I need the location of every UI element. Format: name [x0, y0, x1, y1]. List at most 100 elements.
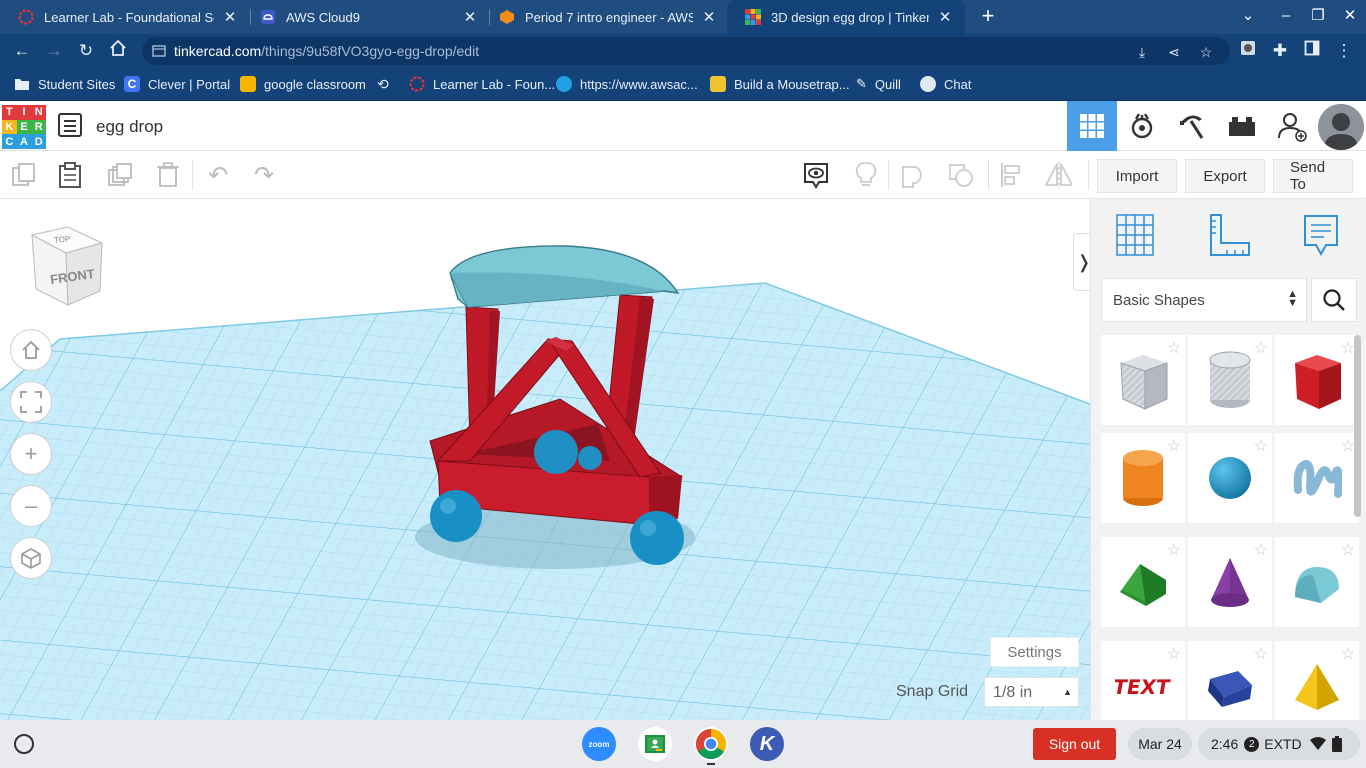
close-tab-icon[interactable]: ✕ [701, 8, 717, 26]
fit-view-button[interactable] [10, 381, 52, 423]
shape-box-hole[interactable]: ☆ [1101, 335, 1185, 425]
wheel-front-left[interactable] [430, 490, 482, 542]
install-icon[interactable]: ⤓ [1132, 42, 1152, 62]
shape-library-select[interactable]: Basic Shapes ▲ ▼ [1101, 278, 1307, 322]
tinkercad-logo[interactable]: T I N K E R C A D [2, 105, 46, 149]
shape-cylinder-hole[interactable]: ☆ [1188, 335, 1272, 425]
user-avatar[interactable] [1318, 104, 1364, 150]
close-window-icon[interactable]: ✕ [1340, 6, 1360, 26]
favorite-star-icon[interactable]: ☆ [1341, 540, 1355, 560]
bookmark-clever[interactable]: C Clever | Portal [124, 76, 230, 92]
google-classroom-app[interactable] [638, 727, 672, 761]
launcher-button[interactable] [14, 734, 34, 754]
shape-sphere[interactable]: ☆ [1188, 433, 1272, 523]
group-button[interactable] [900, 161, 928, 189]
home-icon[interactable] [106, 39, 130, 63]
close-tab-icon[interactable]: ✕ [937, 8, 953, 26]
side-panel-icon[interactable] [1300, 39, 1324, 63]
bookmark-awsacademy[interactable]: https://www.awsac... [556, 76, 698, 92]
ungroup-button[interactable] [948, 161, 976, 189]
restore-icon[interactable]: ❐ [1308, 6, 1328, 26]
notes-toggle-button[interactable] [802, 161, 830, 189]
bookmark-history[interactable]: ⟲ [377, 76, 389, 93]
shape-search-button[interactable] [1311, 278, 1357, 322]
copy-button[interactable] [10, 161, 38, 189]
panel-scrollbar[interactable] [1354, 335, 1361, 517]
favorite-star-icon[interactable]: ☆ [1167, 540, 1181, 560]
browser-tab-cloud9[interactable]: AWS Cloud9 ✕ [242, 0, 490, 34]
share-icon[interactable]: ⋖ [1164, 42, 1184, 62]
favorite-star-icon[interactable]: ☆ [1167, 338, 1181, 358]
invite-user-button[interactable] [1267, 101, 1317, 151]
snap-grid-select[interactable]: 1/8 in ▲ [984, 677, 1079, 707]
new-tab-button[interactable]: + [976, 4, 1000, 28]
paste-button[interactable] [56, 161, 84, 189]
workplane-canvas[interactable]: TOP FRONT + – Settings Snap Grid 1/8 in ▲ [0, 199, 1090, 720]
shape-cone[interactable]: ☆ [1188, 537, 1272, 627]
close-tab-icon[interactable]: ✕ [222, 8, 238, 26]
browser-tab-learner-lab[interactable]: Learner Lab - Foundational Servi ✕ [0, 0, 250, 34]
favorite-star-icon[interactable]: ☆ [1254, 436, 1268, 456]
export-button[interactable]: Export [1185, 159, 1265, 193]
bookmark-learner-lab[interactable]: Learner Lab - Foun... [409, 76, 555, 92]
design-title[interactable]: egg drop [96, 117, 163, 137]
3d-design-view-button[interactable] [1067, 101, 1117, 151]
extension-screenshot-icon[interactable] [1236, 39, 1260, 63]
reload-icon[interactable]: ↻ [74, 39, 98, 63]
send-to-button[interactable]: Send To [1273, 159, 1353, 193]
bookmark-quill[interactable]: ✎ Quill [856, 76, 901, 92]
shape-box[interactable]: ☆ [1275, 335, 1359, 425]
align-button[interactable] [998, 161, 1026, 189]
favorite-star-icon[interactable]: ☆ [1167, 436, 1181, 456]
home-view-button[interactable] [10, 329, 52, 371]
browser-tab-tinkercad[interactable]: 3D design egg drop | Tinkercad ✕ [727, 0, 965, 34]
favorite-star-icon[interactable]: ☆ [1254, 644, 1268, 664]
shape-pyramid[interactable]: ☆ [1275, 641, 1359, 720]
notes-tool-button[interactable] [1297, 211, 1345, 259]
favorite-star-icon[interactable]: ☆ [1167, 644, 1181, 664]
shape-half-cylinder[interactable]: ☆ [1188, 641, 1272, 720]
design-list-icon[interactable] [58, 113, 82, 137]
kami-app[interactable]: K [750, 727, 784, 761]
back-icon[interactable]: ← [10, 39, 34, 63]
status-tray[interactable]: 2:46 2 EXTD [1198, 728, 1360, 760]
bookmark-student-sites[interactable]: Student Sites [14, 76, 115, 92]
bookmark-mousetrap[interactable]: Build a Mousetrap... [710, 76, 850, 92]
minimize-icon[interactable]: – [1276, 6, 1296, 26]
close-tab-icon[interactable]: ✕ [462, 8, 478, 26]
wheel-front-right[interactable] [630, 511, 684, 565]
view-cube[interactable]: TOP FRONT [28, 225, 108, 316]
workplane-grid[interactable] [0, 199, 1090, 720]
mirror-button[interactable] [1044, 161, 1072, 189]
shape-round-roof[interactable]: ☆ [1275, 537, 1359, 627]
import-button[interactable]: Import [1097, 159, 1177, 193]
tab-search-icon[interactable]: ⌄ [1238, 6, 1258, 26]
favorite-star-icon[interactable]: ☆ [1254, 338, 1268, 358]
favorite-star-icon[interactable]: ☆ [1341, 644, 1355, 664]
shape-scribble[interactable]: ☆ [1275, 433, 1359, 523]
favorite-star-icon[interactable]: ☆ [1341, 338, 1355, 358]
undo-button[interactable]: ↶ [204, 161, 232, 189]
bookmark-chat[interactable]: Chat [920, 76, 971, 92]
date-tray[interactable]: Mar 24 [1128, 728, 1192, 760]
browser-menu-icon[interactable]: ⋮ [1332, 39, 1356, 63]
address-bar[interactable]: tinkercad.com/things/9u58fVO3gyo-egg-dro… [142, 37, 1230, 65]
sign-out-button[interactable]: Sign out [1033, 728, 1116, 760]
zoom-in-button[interactable]: + [10, 433, 52, 475]
hint-button[interactable] [852, 161, 880, 189]
extensions-puzzle-icon[interactable]: ✚ [1268, 39, 1292, 63]
favorite-star-icon[interactable]: ☆ [1341, 436, 1355, 456]
workplane-tool-button[interactable] [1111, 211, 1159, 259]
chrome-app[interactable] [694, 727, 728, 761]
ruler-tool-button[interactable] [1205, 211, 1253, 259]
perspective-button[interactable] [10, 537, 52, 579]
browser-tab-aws[interactable]: Period 7 intro engineer - AWS Clo ✕ [481, 0, 729, 34]
bricks-view-button[interactable] [1217, 101, 1267, 151]
zoom-out-button[interactable]: – [10, 485, 52, 527]
forward-icon[interactable]: → [42, 39, 66, 63]
shape-roof[interactable]: ☆ [1101, 537, 1185, 627]
site-info-icon[interactable] [152, 44, 166, 58]
bookmark-star-icon[interactable]: ☆ [1196, 42, 1216, 62]
settings-button[interactable]: Settings [990, 637, 1079, 667]
egg-sphere[interactable] [534, 430, 578, 474]
